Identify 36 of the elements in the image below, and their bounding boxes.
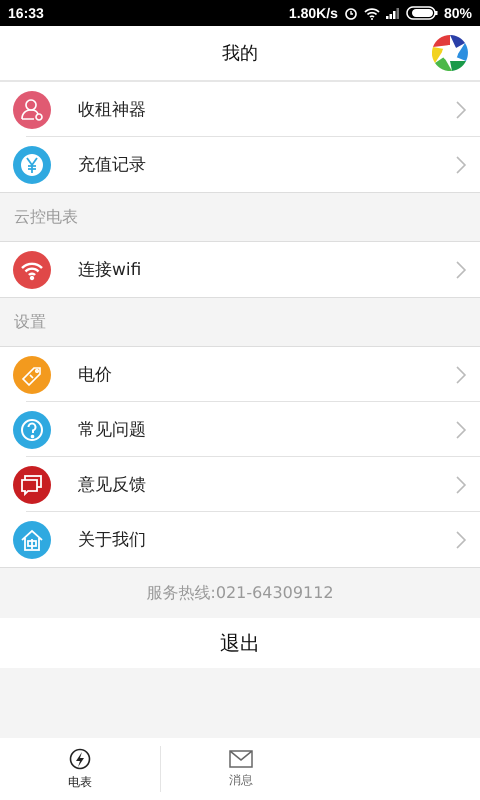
nav-tab[interactable]: 电表 (0, 746, 161, 792)
menu-label: 电价 (78, 364, 113, 386)
envelope-icon (229, 750, 253, 768)
menu-item[interactable]: 收租神器 (0, 82, 480, 137)
chevron-right-icon (456, 260, 466, 278)
hotline-text: 服务热线:021-64309112 (145, 582, 335, 604)
status-time: 16:33 (8, 5, 44, 21)
logout-button[interactable]: 退出 (0, 618, 480, 668)
menu-item[interactable]: 关于我们 (0, 512, 480, 567)
chevron-right-icon (456, 156, 466, 174)
chevron-right-icon (456, 476, 466, 494)
nav-tab[interactable]: 消息 (161, 738, 321, 800)
menu-label: 关于我们 (78, 529, 147, 551)
chevron-right-icon (456, 530, 466, 548)
aperture-logo-icon[interactable] (432, 35, 468, 71)
menu-item[interactable]: 电价 (0, 347, 480, 402)
menu-label: 意见反馈 (78, 474, 147, 496)
menu-item[interactable]: 充值记录 (0, 137, 480, 192)
menu-label: 连接wifi (78, 259, 142, 281)
wifi-icon (364, 6, 380, 20)
page-title: 我的 (222, 42, 258, 65)
battery-icon (406, 6, 438, 20)
menu-label: 收租神器 (78, 99, 147, 121)
chevron-right-icon (456, 420, 466, 438)
menu-label: 常见问题 (78, 419, 147, 441)
network-speed: 1.80K/s (288, 5, 338, 21)
battery-level: 80% (444, 5, 472, 21)
lightning-icon (69, 748, 91, 770)
menu-item[interactable]: 常见问题 (0, 402, 480, 457)
chevron-right-icon (456, 366, 466, 384)
alarm-icon (344, 6, 358, 20)
menu-label: 充值记录 (78, 154, 147, 176)
chevron-right-icon (456, 100, 466, 118)
menu-item[interactable]: 意见反馈 (0, 457, 480, 512)
signal-icon (386, 7, 400, 19)
menu-item[interactable]: 连接wifi (0, 242, 480, 297)
